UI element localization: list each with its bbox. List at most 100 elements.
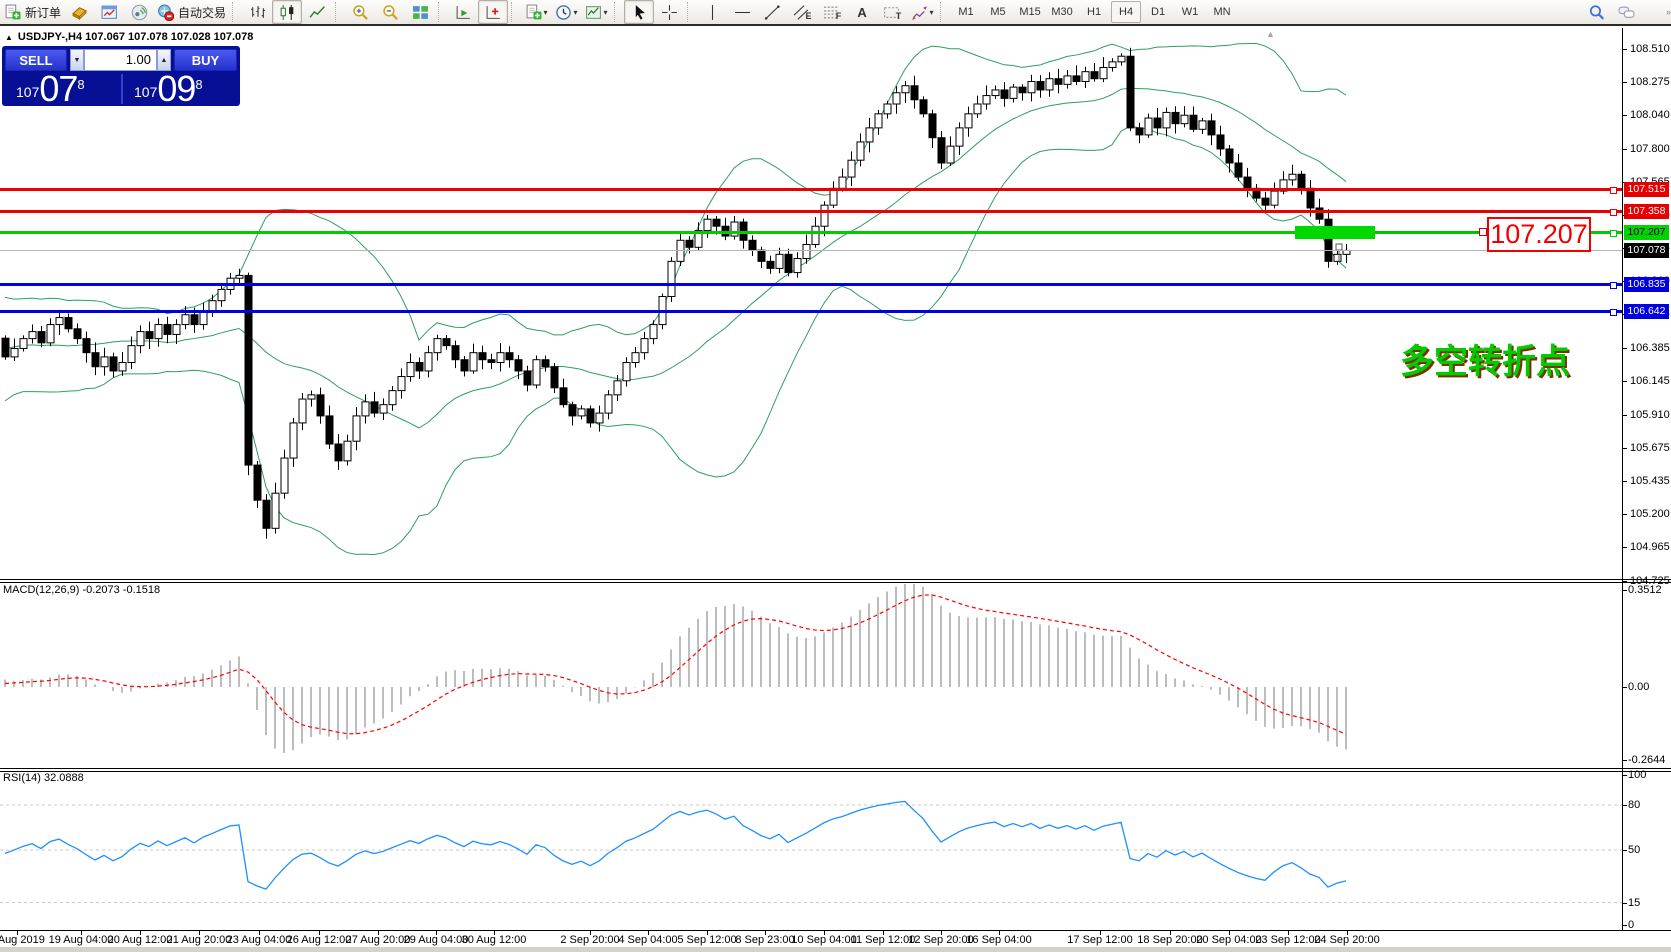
chat-button[interactable] [1612,0,1642,24]
price-tick-label: 106.385 [1630,342,1670,354]
trendline-icon [764,4,781,21]
toolbar: 新订单 自动交易 ▾ ▾ ▾ EFAT ▾ M1M5M15M30H1H4D1W1MN » [0,0,1671,26]
rsi-axis-label: 15 [1628,897,1640,909]
pane-separator[interactable] [0,582,1671,583]
hline-button[interactable] [727,0,757,24]
tf-button-W1[interactable]: W1 [1175,1,1205,23]
bar-chart-button[interactable] [242,0,272,24]
object-marker[interactable] [1336,244,1342,250]
tf-button-H4[interactable]: H4 [1111,1,1141,23]
fibonacci-button[interactable]: F [817,0,847,24]
toolbar-overflow-icon[interactable]: » [1666,7,1671,17]
time-axis-label: 17 Sep 12:00 [1067,934,1132,946]
chart-shift-button[interactable] [478,0,508,24]
price-axis-tick [1623,581,1627,582]
macd-pane[interactable] [5,583,1346,753]
text-tool-glyph: A [854,5,869,20]
main-pane[interactable] [2,43,1350,554]
volume-input[interactable]: 1.00 [84,49,157,71]
buy-price-figure: 107 [134,82,157,102]
line-chart-button[interactable] [302,0,332,24]
tf-button-MN[interactable]: MN [1207,1,1237,23]
tile-windows-button[interactable] [405,0,435,24]
vline-button[interactable] [697,0,727,24]
chart-canvas[interactable] [0,28,1622,952]
chart-title: ▲USDJPY-,H4 107.067 107.078 107.028 107.… [5,31,253,43]
price-annotation-box[interactable]: 107.207 [1487,217,1591,252]
symbol-arrow-icon: ▲ [5,33,13,42]
sell-price-figure: 107 [16,82,39,102]
horizontal-level-line[interactable] [0,188,1622,191]
search-icon [1588,4,1605,21]
price-tick-label: 105.435 [1630,475,1670,487]
rsi-axis-label: 0 [1628,919,1634,931]
text-label-button[interactable]: T [877,0,907,24]
tf-button-M15[interactable]: M15 [1015,1,1045,23]
horizontal-level-line[interactable] [0,310,1622,313]
auto-scroll-button[interactable] [448,0,478,24]
time-axis-label: 4 Sep 04:00 [618,934,677,946]
current-price-badge: 107.078 [1624,243,1669,258]
level-price-badge: 107.358 [1624,204,1669,219]
tile-windows-icon [412,4,429,21]
crosshair-icon [661,4,678,21]
periods-button[interactable]: ▾ [551,0,581,24]
periods-icon [555,4,572,21]
chart-shift-marker-icon[interactable]: ▲ [1266,29,1275,39]
arrows-button[interactable]: ▾ [907,0,937,24]
candlestick-button[interactable] [272,0,302,24]
price-axis-tick [1623,448,1627,449]
macd-axis-tick [1623,687,1627,688]
sell-price: 107078 [16,73,85,105]
pane-separator[interactable] [0,768,1671,769]
chevron-down-icon[interactable]: ▾ [574,8,578,17]
zoom-in-button[interactable] [345,0,375,24]
sell-price-pips: 07 [39,72,77,105]
chevron-down-icon[interactable]: ▾ [930,8,934,17]
rsi-pane[interactable] [0,801,1622,902]
new-order-icon [4,4,21,21]
time-axis-label: 27 Aug 20:00 [346,934,411,946]
signals-button[interactable] [124,0,154,24]
price-tick-label: 108.275 [1630,76,1670,88]
crosshair-button[interactable] [654,0,684,24]
toolbar-separator [335,2,342,22]
tf-button-H1[interactable]: H1 [1079,1,1109,23]
indicators-button[interactable]: ▾ [521,0,551,24]
channel-button[interactable]: E [787,0,817,24]
templates-button[interactable]: ▾ [581,0,611,24]
macd-axis-label: 0.00 [1628,681,1649,693]
macd-axis-label: -0.2644 [1628,754,1665,766]
toolbar-separator [232,2,239,22]
new-order-button[interactable]: 新订单 [1,0,64,24]
pane-separator[interactable] [0,579,1671,580]
autotrade-button[interactable]: 自动交易 [154,0,229,24]
timeframe-button-group: M1M5M15M30H1H4D1W1MN [950,1,1238,23]
tf-button-D1[interactable]: D1 [1143,1,1173,23]
new-chart-button[interactable] [94,0,124,24]
auto-scroll-icon [455,4,472,21]
tf-button-M5[interactable]: M5 [983,1,1013,23]
zoom-out-button[interactable] [375,0,405,24]
text-button[interactable]: A [847,0,877,24]
tf-button-M30[interactable]: M30 [1047,1,1077,23]
search-button[interactable] [1582,0,1612,24]
hline-icon [734,4,751,21]
new-order-button-label: 新订单 [25,4,61,21]
buy-price: 107098 [134,73,203,105]
trendline-button[interactable] [757,0,787,24]
chevron-down-icon[interactable]: ▾ [544,8,548,17]
chevron-down-icon[interactable]: ▾ [604,8,608,17]
cursor-button[interactable] [624,0,654,24]
time-axis-label: 30 Aug 12:00 [462,934,527,946]
horizontal-level-line[interactable] [0,283,1622,286]
pane-separator[interactable] [0,771,1671,772]
green-highlight-bar[interactable] [1295,226,1375,239]
price-axis-tick [1623,415,1627,416]
turning-point-annotation[interactable]: 多空转折点 [1400,334,1570,383]
styler-button[interactable] [64,0,94,24]
horizontal-level-line[interactable] [0,210,1622,213]
rsi-line [5,801,1346,889]
price-axis-tick [1623,49,1627,50]
tf-button-M1[interactable]: M1 [951,1,981,23]
